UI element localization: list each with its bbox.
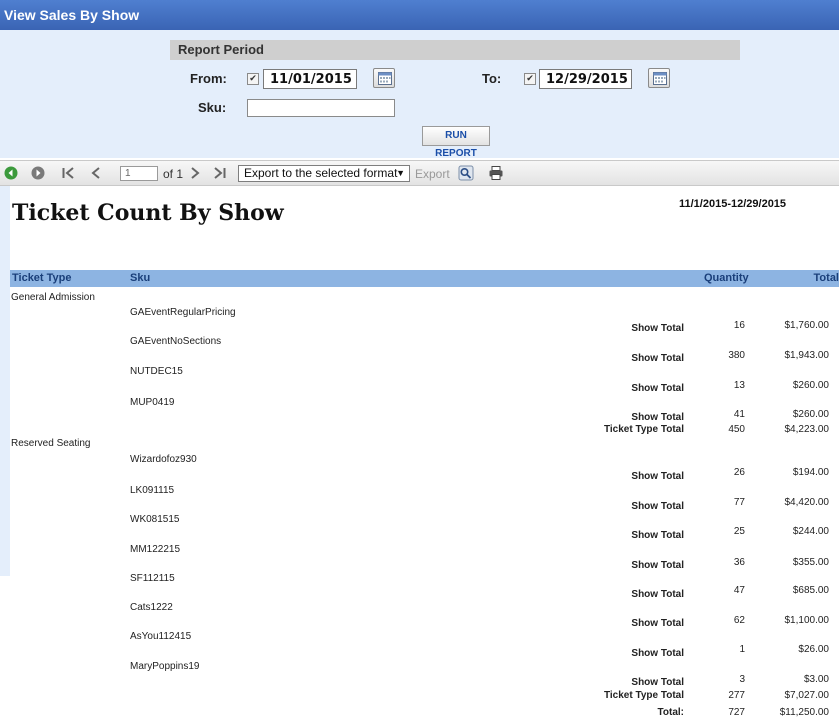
show-total-label: Show Total	[631, 353, 684, 364]
export-link[interactable]: Export	[415, 167, 450, 181]
quantity-cell: 16	[733, 320, 745, 331]
ticket-type-total-amount: $4,223.00	[784, 424, 830, 434]
quantity-cell: 47	[733, 585, 745, 596]
ticket-type-total-amount: $7,027.00	[784, 690, 830, 701]
calendar-icon	[378, 72, 392, 85]
report-title: Ticket Count By Show	[12, 200, 284, 226]
quantity-cell: 77	[733, 497, 745, 508]
sku-cell: AsYou112415	[130, 631, 192, 642]
grand-total-amount: $11,250.00	[779, 707, 829, 717]
quantity-cell: 3	[739, 674, 745, 685]
to-calendar-button[interactable]	[648, 68, 670, 88]
sku-cell: MUP0419	[130, 397, 175, 408]
show-total-label: Show Total	[631, 648, 684, 659]
from-date-input[interactable]: 11/01/2015	[263, 69, 357, 89]
dropdown-arrow-icon: ▼	[396, 168, 405, 178]
show-total-label: Show Total	[631, 412, 684, 423]
find-icon[interactable]	[458, 165, 474, 181]
print-icon[interactable]	[488, 165, 504, 181]
quantity-cell: 62	[733, 615, 745, 626]
sku-cell: GAEventNoSections	[130, 336, 222, 347]
sku-label: Sku:	[198, 100, 227, 115]
report-date-range: 11/1/2015-12/29/2015	[679, 198, 787, 210]
total-cell: $1,760.00	[784, 320, 830, 331]
back-icon[interactable]	[4, 166, 18, 180]
window-title: View Sales By Show	[4, 7, 140, 23]
page-count-text: of 1	[163, 167, 184, 181]
column-header-total: Total	[813, 272, 839, 284]
to-date-input[interactable]: 12/29/2015	[539, 69, 632, 89]
quantity-cell: 13	[733, 380, 745, 391]
quantity-cell: 36	[733, 557, 745, 568]
ticket-type-label: General Admission	[11, 292, 95, 303]
sku-input[interactable]	[247, 99, 395, 117]
ticket-type-total-quantity: 450	[728, 424, 745, 434]
to-enabled-checkbox[interactable]: ✔	[524, 73, 536, 85]
sku-cell: MaryPoppins19	[130, 661, 200, 672]
total-cell: $194.00	[792, 467, 829, 478]
quantity-cell: 26	[733, 467, 745, 478]
calendar-icon	[653, 72, 667, 85]
total-cell: $260.00	[792, 380, 829, 391]
report-parameters-panel: Report Period From: ✔ 11/01/2015 To: ✔ 1…	[0, 30, 839, 159]
column-header-sku: Sku	[130, 272, 151, 284]
show-total-label: Show Total	[631, 589, 684, 600]
show-total-label: Show Total	[631, 471, 684, 482]
grand-total-label: Total:	[657, 707, 684, 717]
total-cell: $244.00	[792, 526, 829, 537]
previous-page-icon[interactable]	[90, 166, 102, 180]
show-total-label: Show Total	[631, 323, 684, 334]
sku-cell: WK081515	[130, 514, 180, 525]
total-cell: $685.00	[792, 585, 829, 596]
sku-cell: MM122215	[130, 544, 181, 555]
total-cell: $1,100.00	[784, 615, 830, 626]
ticket-type-label: Reserved Seating	[11, 438, 91, 449]
total-cell: $355.00	[792, 557, 829, 568]
next-page-icon[interactable]	[189, 166, 201, 180]
total-cell: $260.00	[792, 409, 829, 420]
ticket-type-total-quantity: 277	[728, 690, 745, 701]
page-number-input[interactable]: 1	[120, 166, 158, 181]
report-period-header: Report Period	[170, 40, 740, 60]
column-header-ticket-type: Ticket Type	[12, 272, 72, 284]
from-calendar-button[interactable]	[373, 68, 395, 88]
sku-cell: SF112115	[130, 573, 175, 584]
first-page-icon[interactable]	[61, 166, 75, 180]
show-total-label: Show Total	[631, 501, 684, 512]
run-report-button[interactable]: RUN REPORT	[422, 126, 490, 159]
sku-cell: GAEventRegularPricing	[130, 307, 236, 318]
show-total-label: Show Total	[631, 530, 684, 541]
show-total-label: Show Total	[631, 677, 684, 688]
show-total-label: Show Total	[631, 618, 684, 629]
export-format-select[interactable]: Export to the selected format ▼	[238, 165, 410, 182]
export-format-value: Export to the selected format	[244, 166, 398, 180]
ticket-type-total-label: Ticket Type Total	[603, 424, 684, 434]
from-label: From:	[190, 71, 227, 86]
total-cell: $26.00	[798, 644, 829, 655]
quantity-cell: 380	[728, 350, 745, 361]
report-left-margin	[0, 186, 10, 576]
quantity-cell: 41	[733, 409, 745, 420]
forward-icon[interactable]	[31, 166, 45, 180]
to-label: To:	[482, 71, 502, 86]
show-total-label: Show Total	[631, 560, 684, 571]
report-column-header: Ticket Type Sku Quantity Total	[10, 270, 839, 287]
show-total-label: Show Total	[631, 383, 684, 394]
report-viewer-toolbar: 1 of 1 Export to the selected format ▼ E…	[0, 160, 839, 186]
column-header-quantity: Quantity	[704, 272, 749, 284]
sku-cell: Wizardofoz930	[130, 454, 197, 465]
window-title-bar: View Sales By Show	[0, 0, 839, 30]
sku-cell: NUTDEC15	[130, 366, 183, 377]
quantity-cell: 1	[739, 644, 745, 655]
total-cell: $3.00	[803, 674, 829, 685]
last-page-icon[interactable]	[213, 166, 227, 180]
quantity-cell: 25	[733, 526, 745, 537]
total-cell: $4,420.00	[784, 497, 830, 508]
sku-cell: LK091115	[130, 485, 175, 496]
ticket-type-total-label: Ticket Type Total	[603, 690, 684, 701]
total-cell: $1,943.00	[784, 350, 830, 361]
sku-cell: Cats1222	[130, 602, 173, 613]
from-enabled-checkbox[interactable]: ✔	[247, 73, 259, 85]
grand-total-quantity: 727	[728, 707, 745, 717]
